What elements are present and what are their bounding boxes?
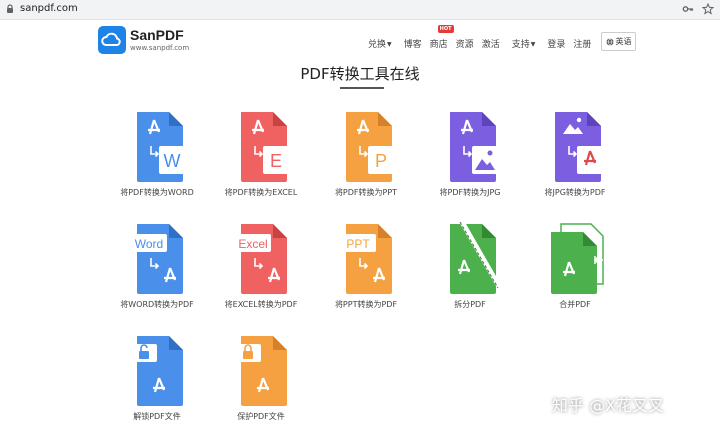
logo-name[interactable]: SanPDF [130,27,184,43]
tool-pdf-to-jpg[interactable]: 将PDF转换为JPG [420,110,520,198]
watermark: 知乎 @X花叉叉 [552,396,665,415]
tool-label: 拆分PDF [454,300,486,309]
nav-support[interactable]: 支持▼ [512,37,536,50]
star-icon[interactable] [702,3,714,15]
tool-pdf-to-word[interactable]: W 将PDF转换为WORD [107,110,207,198]
hot-badge: HOT [437,25,454,33]
nav-store[interactable]: HOT 商店 [430,25,454,50]
tool-word-to-pdf[interactable]: Word 将WORD转换为PDF [107,222,207,310]
tool-label: 将JPG转换为PDF [544,188,606,197]
main-nav: 兑换▼ 博客 HOT 商店 资源 激活 支持▼ 登录 注册 [368,25,599,50]
tool-ppt-to-pdf[interactable]: PPT 将PPT转换为PDF [316,222,416,310]
ppt-to-pdf-icon: PPT [340,224,392,294]
browser-address-bar[interactable]: sanpdf.com [0,0,720,20]
tool-jpg-to-pdf[interactable]: 将JPG转换为PDF [525,110,625,198]
tool-label: 将PDF转换为EXCEL [224,188,298,197]
language-label: 英语 [615,37,632,46]
chevron-down-icon: ▼ [530,41,536,48]
page-title: PDF转换工具在线 [300,65,420,83]
jpg-to-pdf-icon [555,112,603,182]
tool-protect-pdf[interactable]: 保护PDF文件 [211,334,311,422]
tool-label: 保护PDF文件 [237,412,285,421]
nav-register[interactable]: 注册 [573,37,591,50]
protect-pdf-icon [235,336,287,406]
pdf-to-ppt-icon: P [346,112,394,182]
lock-icon [7,4,13,13]
tool-pdf-to-ppt[interactable]: P 将PDF转换为PPT [316,110,416,198]
tool-excel-to-pdf[interactable]: Excel 将EXCEL转换为PDF [211,222,311,310]
chevron-down-icon: ▼ [387,41,392,48]
title-underline [340,87,384,89]
cloud-icon [101,32,121,46]
word-to-pdf-icon: Word [131,224,183,294]
pdf-to-word-icon: W [137,112,185,182]
svg-text:P: P [375,151,387,171]
excel-to-pdf-icon: Excel [235,224,287,294]
tool-label: 解锁PDF文件 [133,412,181,421]
nav-blog[interactable]: 博客 [404,37,422,50]
tool-label: 将PDF转换为JPG [439,188,501,197]
svg-text:Word: Word [135,237,163,251]
address-url[interactable]: sanpdf.com [20,3,78,14]
tool-label: 将EXCEL转换为PDF [224,300,298,309]
tool-split-pdf[interactable]: 拆分PDF [420,222,520,310]
language-button[interactable]: 英语 [601,32,636,51]
nav-activate[interactable]: 激活 [482,37,500,50]
tool-unlock-pdf[interactable]: 解锁PDF文件 [107,334,207,422]
tool-label: 将WORD转换为PDF [120,300,194,309]
merge-pdf-icon [551,223,604,294]
globe-icon [606,37,613,46]
tool-merge-pdf[interactable]: 合并PDF [525,222,625,310]
nav-resources[interactable]: 资源 [456,37,474,50]
key-icon[interactable] [682,3,694,15]
nav-login[interactable]: 登录 [547,37,565,50]
svg-text:E: E [270,151,282,171]
tool-pdf-to-excel[interactable]: E 将PDF转换为EXCEL [211,110,311,198]
nav-exchange[interactable]: 兑换▼ [368,37,392,50]
logo-icon[interactable] [98,26,126,54]
split-pdf-icon [450,222,502,294]
tool-label: 将PPT转换为PDF [334,300,398,309]
tool-label: 将PDF转换为WORD [120,188,194,197]
svg-text:PPT: PPT [346,237,370,251]
svg-text:Excel: Excel [238,237,267,251]
tool-label: 将PDF转换为PPT [334,188,398,197]
pdf-to-jpg-icon [450,112,498,182]
tool-label: 合并PDF [559,300,591,309]
logo-url: www.sanpdf.com [130,44,190,52]
svg-text:W: W [164,151,181,171]
pdf-to-excel-icon: E [241,112,289,182]
unlock-pdf-icon [131,336,183,406]
